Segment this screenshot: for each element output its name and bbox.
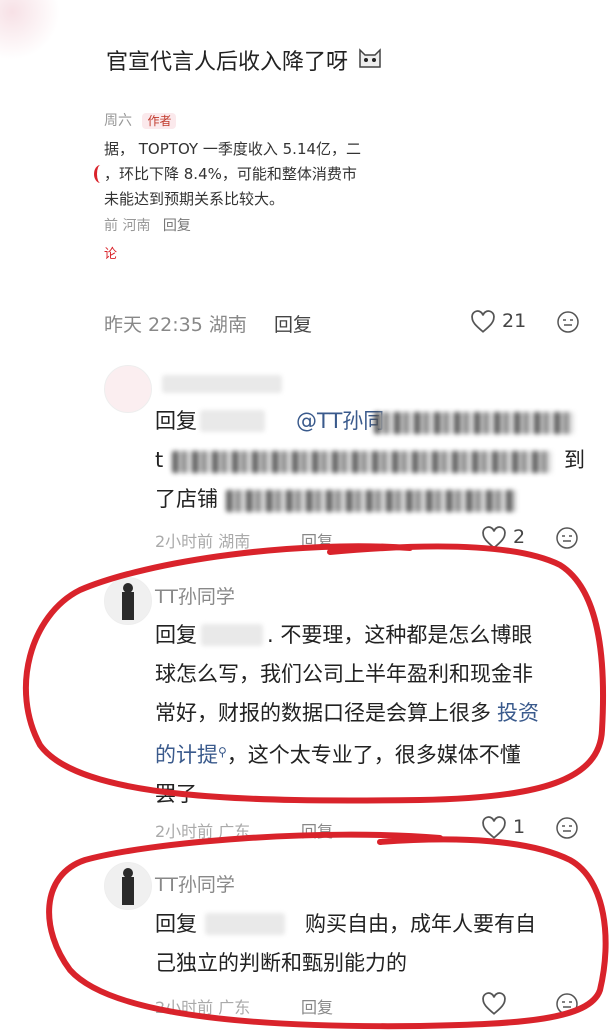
comment-1-line-2-end: 到 [564,448,585,472]
heart-icon [482,526,506,549]
nested-reply-block: 周六 作者 据， TOPTOY 一季度收入 5.14亿，二 ，环比下降 8.4%… [104,110,384,262]
emoji-face-icon [556,817,578,839]
corner-smudge [0,0,60,60]
comment-like-button[interactable] [481,816,507,844]
nested-meta: 前 河南 回复 [104,215,384,235]
comment-time-location: 2小时前 湖南 [155,532,251,551]
pixelated-text [226,490,516,512]
post-like-count: 21 [502,310,527,332]
comment-like-count: 1 [513,816,526,838]
heart-icon [482,816,506,839]
mention-link[interactable]: @TT孙同 [296,402,384,441]
comment-like-button[interactable] [481,526,507,554]
comment-like-button[interactable] [481,992,507,1020]
reply-prefix: 回复 [155,912,197,936]
post-footer: 昨天 22:35 湖南 回复 21 [104,310,594,338]
post-time-location: 昨天 22:35 湖南 [104,314,247,336]
commenter-name[interactable]: TT孙同学 [155,582,235,609]
red-mark [94,165,107,183]
comment-2-text-4: ，这个太专业了，很多媒体不懂 [226,743,521,767]
nested-more-link[interactable]: 论 [104,243,384,262]
comment-3-line-2: 己独立的判断和甄别能力的 [155,951,407,975]
blurred-target-name [201,624,263,646]
nested-reply-header: 周六 作者 [104,110,384,130]
comment-3-line-1: 回复 购买自由，成年人要有自 [155,905,600,944]
comment-3-body: 回复 购买自由，成年人要有自 己独立的判断和甄别能力的 [155,905,600,983]
comment-emoji-button[interactable] [555,816,579,844]
avatar[interactable] [104,577,152,625]
heart-icon [471,310,495,333]
nested-line-3: 未能达到预期关系比较大。 [104,190,285,208]
comment-2-text-1: . 不要理，这种都是怎么博眼 [267,623,533,647]
comment-2-line-1: 回复 . 不要理，这种都是怎么博眼 [155,616,600,655]
comment-2-body: 回复 . 不要理，这种都是怎么博眼 球怎么写，我们公司上半年盈利和现金非 常好，财… [155,616,600,814]
comment-3-text-1: 购买自由，成年人要有自 [305,912,536,936]
emoji-face-icon [556,993,578,1015]
search-link-investment[interactable]: 投资 [497,701,539,725]
comment-reply-button[interactable]: 回复 [301,528,333,552]
reply-prefix: 回复 [155,409,197,433]
post-title-text: 官宣代言人后收入降了呀 [106,50,349,75]
nested-meta-time: 前 河南 [104,218,151,234]
comment-emoji-button[interactable] [555,992,579,1020]
comment-2-line-5: 罢了 [155,782,197,806]
comment-2-line-4: 的计提⚲，这个太专业了，很多媒体不懂 [155,733,600,775]
comment-like-count: 2 [513,526,526,548]
reply-prefix: 回复 [155,623,197,647]
cat-emoji-icon [357,45,383,75]
post-like-button[interactable] [470,310,496,338]
pixelated-text [374,412,574,434]
blurred-username [162,375,282,393]
nested-line-1: 据， TOPTOY 一季度收入 5.14亿，二 [104,140,362,158]
avatar[interactable] [104,365,152,413]
comment-time-location: 2小时前 广东 [155,822,251,841]
post-reply-button[interactable]: 回复 [274,310,312,337]
post-emoji-button[interactable] [556,310,580,338]
comment-time-location: 2小时前 广东 [155,998,251,1017]
comment-1-footer: 2小时前 湖南 回复 2 [155,526,595,552]
nested-line-2: ，环比下降 8.4%，可能和整体消费市 [104,165,357,183]
comment-2-footer: 2小时前 广东 回复 1 [155,816,595,842]
avatar[interactable] [104,862,152,910]
comment-1-line-3-start: 了店铺 [155,487,218,511]
comment-reply-button[interactable]: 回复 [301,818,333,842]
comment-1-line-1: 回复 [155,402,197,441]
comment-emoji-button[interactable] [555,526,579,554]
heart-icon [482,992,506,1015]
emoji-face-icon [556,527,578,549]
comment-2-text-3: 常好，财报的数据口径是会算上很多 [155,701,491,725]
comment-2-line-2: 球怎么写，我们公司上半年盈利和现金非 [155,662,533,686]
emoji-face-icon [557,311,579,333]
blurred-target-name [205,913,285,935]
nested-reply-button[interactable]: 回复 [163,218,191,234]
author-tag: 作者 [142,113,177,129]
commenter-name[interactable]: TT孙同学 [155,870,235,897]
comment-reply-button[interactable]: 回复 [301,994,333,1018]
blurred-target-name [200,410,265,432]
pixelated-text [172,451,552,473]
comment-3-footer: 2小时前 广东 回复 [155,992,595,1018]
comment-1-line-2-start: t [155,448,164,472]
search-small-icon: ⚲ [218,745,227,759]
nested-author: 周六 [104,113,132,129]
search-link-provision[interactable]: 的计提 [155,743,218,767]
post-title: 官宣代言人后收入降了呀 [106,44,383,76]
comment-2-line-3: 常好，财报的数据口径是会算上很多 投资 [155,694,600,733]
